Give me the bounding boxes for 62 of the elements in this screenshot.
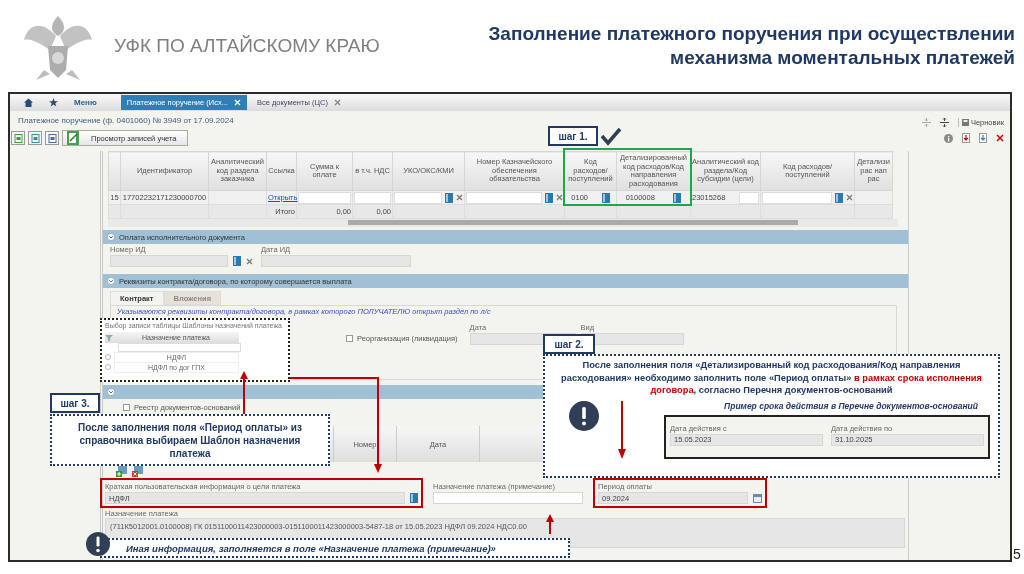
example-title: Пример срока действия в Перечне документов-оснований [724, 400, 978, 413]
input-field[interactable] [466, 191, 542, 204]
chevron-icon[interactable] [107, 388, 115, 396]
warning-icon [569, 400, 599, 431]
step-tooltip: шаг 2. [543, 334, 595, 354]
collapse-icon[interactable] [921, 118, 931, 127]
delete-row-icon[interactable] [132, 466, 143, 477]
book-icon[interactable] [545, 192, 553, 203]
arrow [239, 371, 249, 415]
book-icon[interactable] [835, 192, 843, 203]
step-tooltip: шаг 1. [548, 126, 598, 146]
calendar-icon[interactable] [753, 493, 762, 503]
radio-button[interactable] [105, 364, 111, 370]
input-field[interactable] [354, 191, 391, 204]
book-icon[interactable] [445, 192, 453, 203]
book-icon[interactable] [233, 256, 241, 266]
input-field[interactable] [261, 255, 411, 267]
checkbox[interactable] [346, 335, 353, 342]
book-icon[interactable] [601, 192, 610, 203]
checkbox[interactable] [123, 404, 130, 411]
arrow [617, 400, 627, 459]
close-icon[interactable] [333, 99, 341, 106]
input-field[interactable] [433, 492, 583, 504]
close-icon[interactable] [996, 134, 1004, 142]
checkmark-icon [600, 126, 622, 146]
organization-name: УФК ПО АЛТАЙСКОМУ КРАЮ [114, 35, 381, 57]
input-field[interactable] [110, 255, 228, 267]
clear-icon[interactable] [846, 194, 853, 201]
expand-icon[interactable] [939, 118, 949, 127]
book-icon[interactable] [410, 493, 418, 503]
filter-field[interactable] [118, 343, 241, 352]
document-title: Платежное поручение (ф. 0401060) № 3949 от 17.09.2024 [18, 116, 234, 127]
slide-title: Заполнение платежного поручения при осуществлении [488, 23, 1015, 45]
home-icon[interactable] [24, 98, 33, 107]
filter-icon[interactable] [105, 334, 113, 341]
star-icon[interactable] [49, 98, 58, 107]
clear-icon[interactable] [556, 194, 563, 201]
warning-icon [86, 532, 110, 556]
callout-text: После заполнения поля «Детализированный код расходования/Код направления расходования» необходимо заполнить поле «Период оплаты» в рамках срока исполнения договора, согласно Перечня документов-оснований [560, 359, 983, 397]
input-field[interactable] [298, 191, 351, 204]
book-icon[interactable] [673, 192, 682, 203]
slide-title: механизма моментальных платежей [670, 47, 1015, 69]
download-icon[interactable] [979, 133, 987, 143]
callout-text: После заполнения поля «Период оплаты» из справочника выбираем Шаблон назначения платежа [77, 420, 303, 460]
info-icon[interactable] [944, 133, 953, 143]
input-field[interactable] [394, 191, 442, 204]
add-row-icon[interactable] [116, 466, 127, 477]
page-number: 5 [1013, 546, 1021, 562]
input-field[interactable] [739, 191, 759, 204]
page-icon[interactable] [11, 131, 25, 145]
chevron-icon[interactable] [107, 233, 115, 241]
chevron-icon[interactable] [107, 277, 115, 285]
step-tooltip: шаг 3. [50, 393, 100, 413]
arrow [545, 514, 555, 534]
note-tooltip: Иная информация, заполняется в поле «Назначение платежа (примечание)» [100, 538, 570, 558]
menu-link[interactable]: Меню [74, 98, 97, 107]
clear-icon[interactable] [456, 194, 463, 201]
scrollbar[interactable] [108, 219, 898, 227]
clear-icon[interactable] [246, 257, 253, 265]
radio-button[interactable] [105, 354, 111, 360]
download-icon[interactable] [962, 133, 970, 143]
input-field[interactable] [762, 191, 832, 204]
